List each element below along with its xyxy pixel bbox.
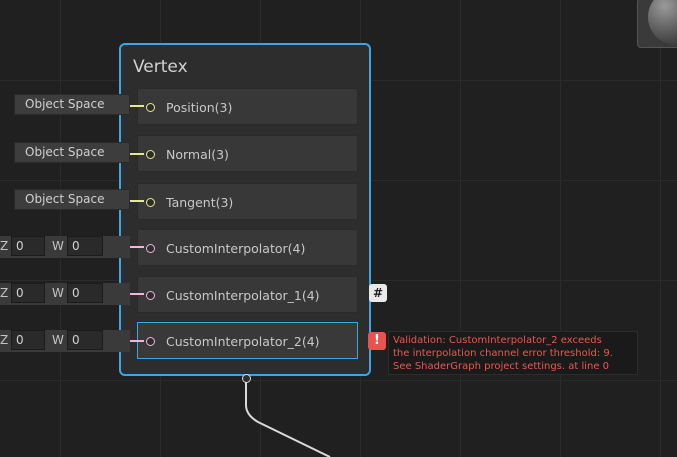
w-field[interactable]: 0 [67, 283, 103, 303]
edge-position [130, 105, 144, 107]
edge-tangent [130, 200, 144, 202]
z-label: Z [0, 286, 9, 300]
edge-custom-interpolator [130, 246, 144, 248]
vector-input-custom-interpolator-1: Z 0 W 0 [0, 283, 130, 305]
w-label: W [52, 333, 64, 347]
slot-label: CustomInterpolator_2(4) [166, 334, 320, 349]
slot-custom-interpolator-1[interactable]: CustomInterpolator_1(4) [137, 276, 358, 313]
output-port[interactable] [242, 374, 251, 383]
slot-label: CustomInterpolator(4) [166, 241, 306, 256]
error-icon[interactable]: ! [368, 332, 386, 350]
vector-input-custom-interpolator: Z 0 W 0 [0, 236, 130, 258]
space-dropdown-tangent[interactable]: Object Space [14, 189, 130, 210]
port-custom-interpolator[interactable] [146, 244, 155, 253]
space-dropdown-position[interactable]: Object Space [14, 94, 130, 115]
z-field[interactable]: 0 [11, 283, 45, 303]
z-field[interactable]: 0 [11, 330, 45, 350]
tooltip-line: See ShaderGraph project settings. at lin… [393, 361, 610, 372]
slot-custom-interpolator[interactable]: CustomInterpolator(4) [137, 229, 358, 266]
slot-position[interactable]: Position(3) [137, 88, 358, 125]
slot-normal[interactable]: Normal(3) [137, 135, 358, 172]
slot-custom-interpolator-2[interactable]: CustomInterpolator_2(4) [137, 322, 358, 359]
vector-input-custom-interpolator-2: Z 0 W 0 [0, 330, 130, 352]
port-custom-interpolator-1[interactable] [146, 291, 155, 300]
slot-label: Normal(3) [166, 147, 229, 162]
port-tangent[interactable] [146, 198, 155, 207]
slot-label: Tangent(3) [166, 195, 234, 210]
hash-icon[interactable]: # [369, 284, 387, 302]
z-label: Z [0, 333, 9, 347]
node-title: Vertex [133, 57, 188, 77]
edge-normal [130, 153, 144, 155]
vertex-node[interactable]: Vertex Position(3) Normal(3) Tangent(3) … [119, 43, 371, 376]
w-field[interactable]: 0 [67, 236, 103, 256]
z-field[interactable]: 0 [11, 236, 45, 256]
tooltip-line: the interpolation channel error threshol… [393, 348, 613, 359]
port-custom-interpolator-2[interactable] [146, 337, 155, 346]
tooltip-line: Validation: CustomInterpolator_2 exceeds [393, 335, 602, 346]
w-field[interactable]: 0 [67, 330, 103, 350]
space-dropdown-normal[interactable]: Object Space [14, 142, 130, 163]
edge-custom-interpolator-2 [130, 340, 144, 342]
slot-label: CustomInterpolator_1(4) [166, 288, 320, 303]
slot-tangent[interactable]: Tangent(3) [137, 183, 358, 220]
z-label: Z [0, 239, 9, 253]
w-label: W [52, 286, 64, 300]
edge-custom-interpolator-1 [130, 293, 144, 295]
slot-label: Position(3) [166, 100, 233, 115]
validation-tooltip: Validation: CustomInterpolator_2 exceeds… [388, 331, 638, 375]
w-label: W [52, 239, 64, 253]
port-normal[interactable] [146, 150, 155, 159]
port-position[interactable] [146, 103, 155, 112]
